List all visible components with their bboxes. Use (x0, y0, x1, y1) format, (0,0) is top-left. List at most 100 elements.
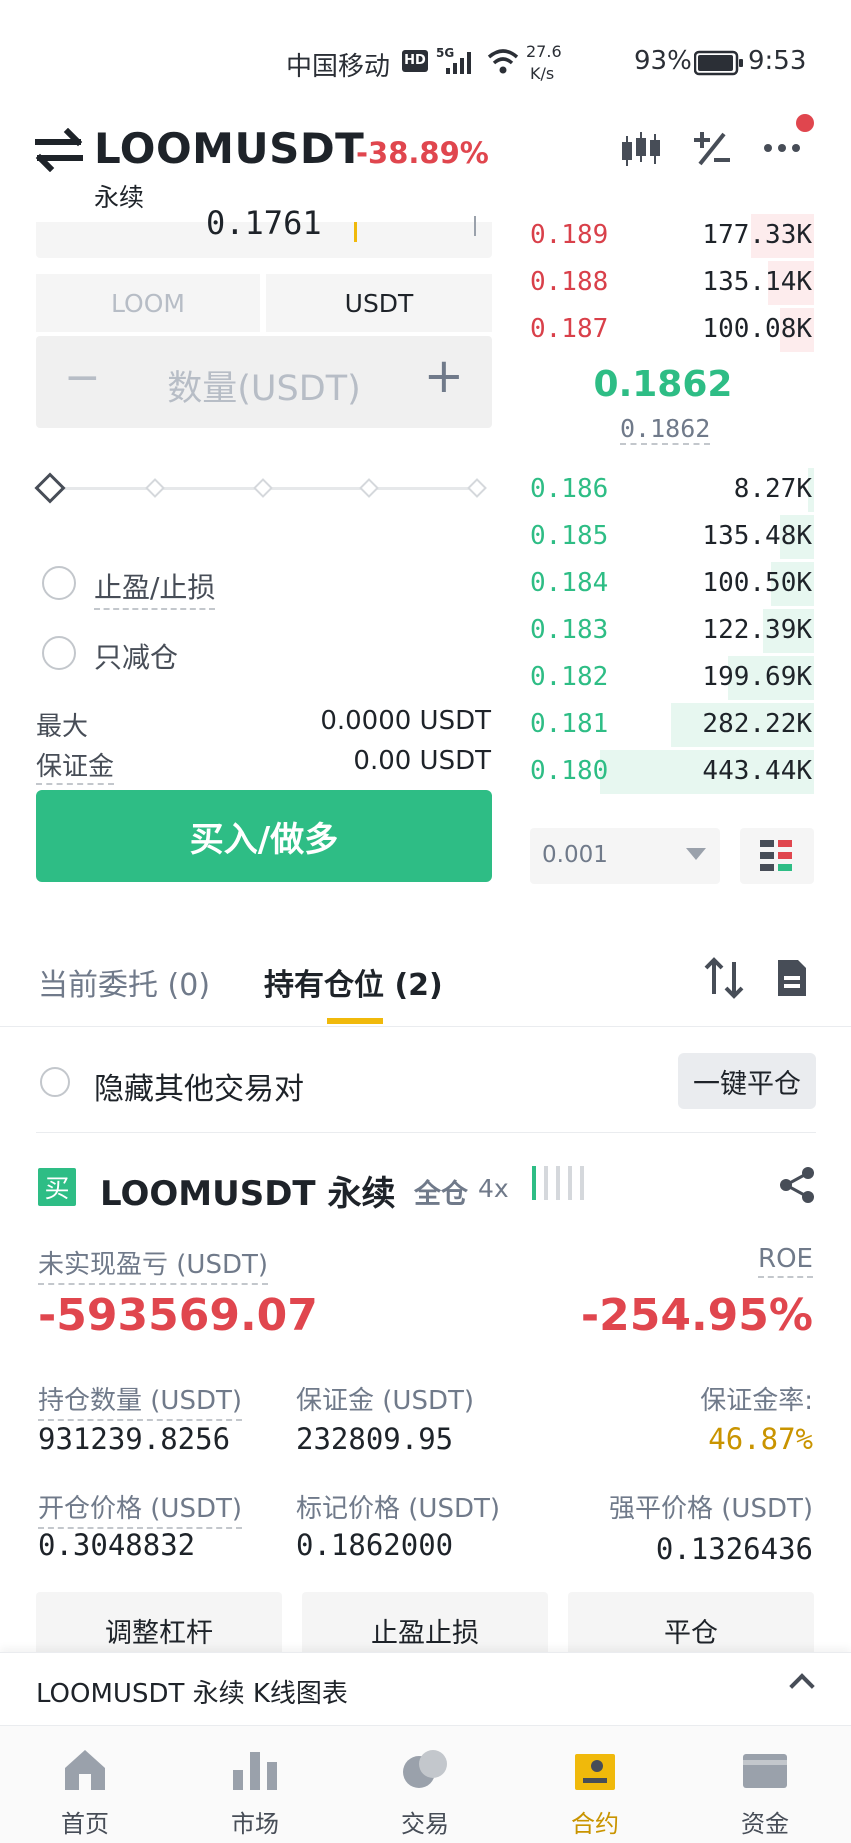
buy-long-button[interactable]: 买入/做多 (36, 790, 492, 882)
nav-market[interactable]: 市场 (170, 1726, 340, 1843)
max-label: 最大 (36, 712, 89, 742)
text-cursor (354, 222, 357, 242)
bid-qty: 199.69K (702, 662, 812, 692)
bid-row[interactable]: 0.186 8.27K (528, 466, 814, 512)
hide-other-pairs-radio[interactable] (40, 1067, 70, 1097)
kline-chart-label: LOOMUSDT 永续 K线图表 (36, 1679, 348, 1709)
nav-futures[interactable]: 合约 (510, 1726, 680, 1843)
bid-qty: 282.22K (702, 709, 812, 739)
bid-row[interactable]: 0.185 135.48K (528, 513, 814, 559)
ask-row[interactable]: 0.187 100.08K (528, 306, 814, 352)
tab-positions[interactable]: 持有仓位 (2) (264, 960, 443, 1004)
slider-handle[interactable] (34, 472, 66, 504)
last-price: 0.1862 (593, 364, 733, 405)
candlestick-icon[interactable] (618, 130, 664, 170)
net-speed-value: 27.6 (526, 42, 562, 61)
sort-icon[interactable] (704, 956, 744, 1000)
mark-price-label: 标记价格 (USDT) (296, 1494, 500, 1524)
quantity-input[interactable]: − 数量(USDT) + (36, 336, 492, 428)
roe-label: ROE (758, 1244, 813, 1278)
bid-price: 0.180 (530, 756, 609, 786)
filter-divider (36, 1132, 816, 1133)
mark-price[interactable]: 0.1862 (620, 414, 711, 445)
margin-ratio-label: 保证金率: (700, 1386, 813, 1416)
slider-step-25[interactable] (145, 478, 165, 498)
bid-qty: 135.48K (702, 521, 812, 551)
ask-row[interactable]: 0.188 135.14K (528, 259, 814, 305)
share-icon[interactable] (778, 1166, 816, 1204)
roe-value: -254.95% (580, 1290, 813, 1341)
price-stepper-plus[interactable] (474, 216, 476, 236)
bid-row[interactable]: 0.184 100.50K (528, 560, 814, 606)
ask-qty: 177.33K (702, 220, 812, 250)
hide-other-pairs-label[interactable]: 隐藏其他交易对 (94, 1064, 304, 1108)
bid-row[interactable]: 0.183 122.39K (528, 607, 814, 653)
chevron-up-icon[interactable] (789, 1673, 815, 1699)
size-label: 持仓数量 (USDT) (38, 1380, 242, 1421)
bid-row[interactable]: 0.180 443.44K (528, 748, 814, 794)
bid-row[interactable]: 0.182 199.69K (528, 654, 814, 700)
wallet-icon (743, 1754, 787, 1788)
ask-row[interactable]: 0.189 177.33K (528, 212, 814, 258)
futures-icon (575, 1754, 615, 1790)
slider-step-100[interactable] (467, 478, 487, 498)
unit-tab-loom[interactable]: LOOM (36, 274, 260, 332)
nav-trade[interactable]: 交易 (340, 1726, 510, 1843)
orderbook-layout-icon (760, 840, 792, 871)
nav-wallet[interactable]: 资金 (680, 1726, 850, 1843)
quantity-plus-button[interactable]: + (424, 348, 464, 404)
size-value: 931239.8256 (38, 1422, 231, 1456)
slider-step-50[interactable] (253, 478, 273, 498)
unit-tab-usdt[interactable]: USDT (266, 274, 492, 332)
carrier: 中国移动 (286, 52, 391, 82)
percent-icon[interactable] (690, 128, 734, 170)
reduce-only-radio[interactable] (42, 636, 76, 670)
clock: 9:53 (748, 46, 807, 76)
unrealized-pnl-label: 未实现盈亏 (USDT) (38, 1244, 268, 1285)
margin-ratio-value: 46.87% (708, 1422, 813, 1456)
bid-price: 0.186 (530, 474, 609, 504)
buy-side-badge: 买 (38, 1168, 76, 1206)
kline-chart-bar[interactable]: LOOMUSDT 永续 K线图表 (0, 1652, 851, 1726)
nav-futures-label: 合约 (571, 1810, 619, 1838)
risk-bar-2 (544, 1166, 548, 1200)
position-title[interactable]: LOOMUSDT 永续 (100, 1166, 395, 1215)
precision-value: 0.001 (542, 842, 608, 868)
leverage: 4x (478, 1174, 509, 1203)
bottom-nav: 首页 市场 交易 合约 资金 (0, 1726, 851, 1843)
risk-bar-4 (568, 1166, 572, 1200)
nav-home[interactable]: 首页 (0, 1726, 170, 1843)
price-change: -38.89% (356, 136, 489, 170)
slider-step-75[interactable] (359, 478, 379, 498)
position-margin-value: 232809.95 (296, 1422, 454, 1456)
ask-qty: 100.08K (702, 314, 812, 344)
pair-title[interactable]: LOOMUSDT (94, 124, 364, 173)
risk-bar-5 (580, 1166, 584, 1200)
price-input[interactable]: 0.1761 (36, 204, 492, 258)
signal-icon (446, 52, 471, 74)
close-all-button[interactable]: 一键平仓 (678, 1053, 816, 1109)
status-bar: 中国移动 HD 5G 27.6 K/s 93% 9:53 (0, 0, 851, 120)
net-speed-unit: K/s (530, 64, 555, 83)
reduce-only-label[interactable]: 只减仓 (94, 636, 178, 678)
contract-type: 永续 (94, 183, 145, 212)
risk-bar-1 (532, 1166, 536, 1200)
precision-select[interactable]: 0.001 (530, 828, 720, 884)
max-value: 0.0000 USDT (320, 706, 491, 736)
swap-icon[interactable] (34, 128, 84, 172)
bid-row[interactable]: 0.181 282.22K (528, 701, 814, 747)
mark-price-value: 0.1862000 (296, 1528, 454, 1562)
header: LOOMUSDT -38.89% 永续 (0, 110, 851, 220)
tab-open-orders[interactable]: 当前委托 (0) (38, 960, 210, 1004)
bid-price: 0.185 (530, 521, 609, 551)
document-icon[interactable] (776, 958, 808, 998)
orderbook-layout-button[interactable] (740, 828, 814, 884)
liquidation-price-label: 强平价格 (USDT) (609, 1494, 813, 1524)
margin-label: 保证金 (36, 746, 115, 785)
tabs-divider (0, 1026, 851, 1027)
tp-sl-label[interactable]: 止盈/止损 (94, 566, 216, 610)
tp-sl-radio[interactable] (42, 566, 76, 600)
ask-qty: 135.14K (702, 267, 812, 297)
hd-badge: HD (402, 50, 428, 72)
more-icon[interactable] (762, 136, 806, 156)
